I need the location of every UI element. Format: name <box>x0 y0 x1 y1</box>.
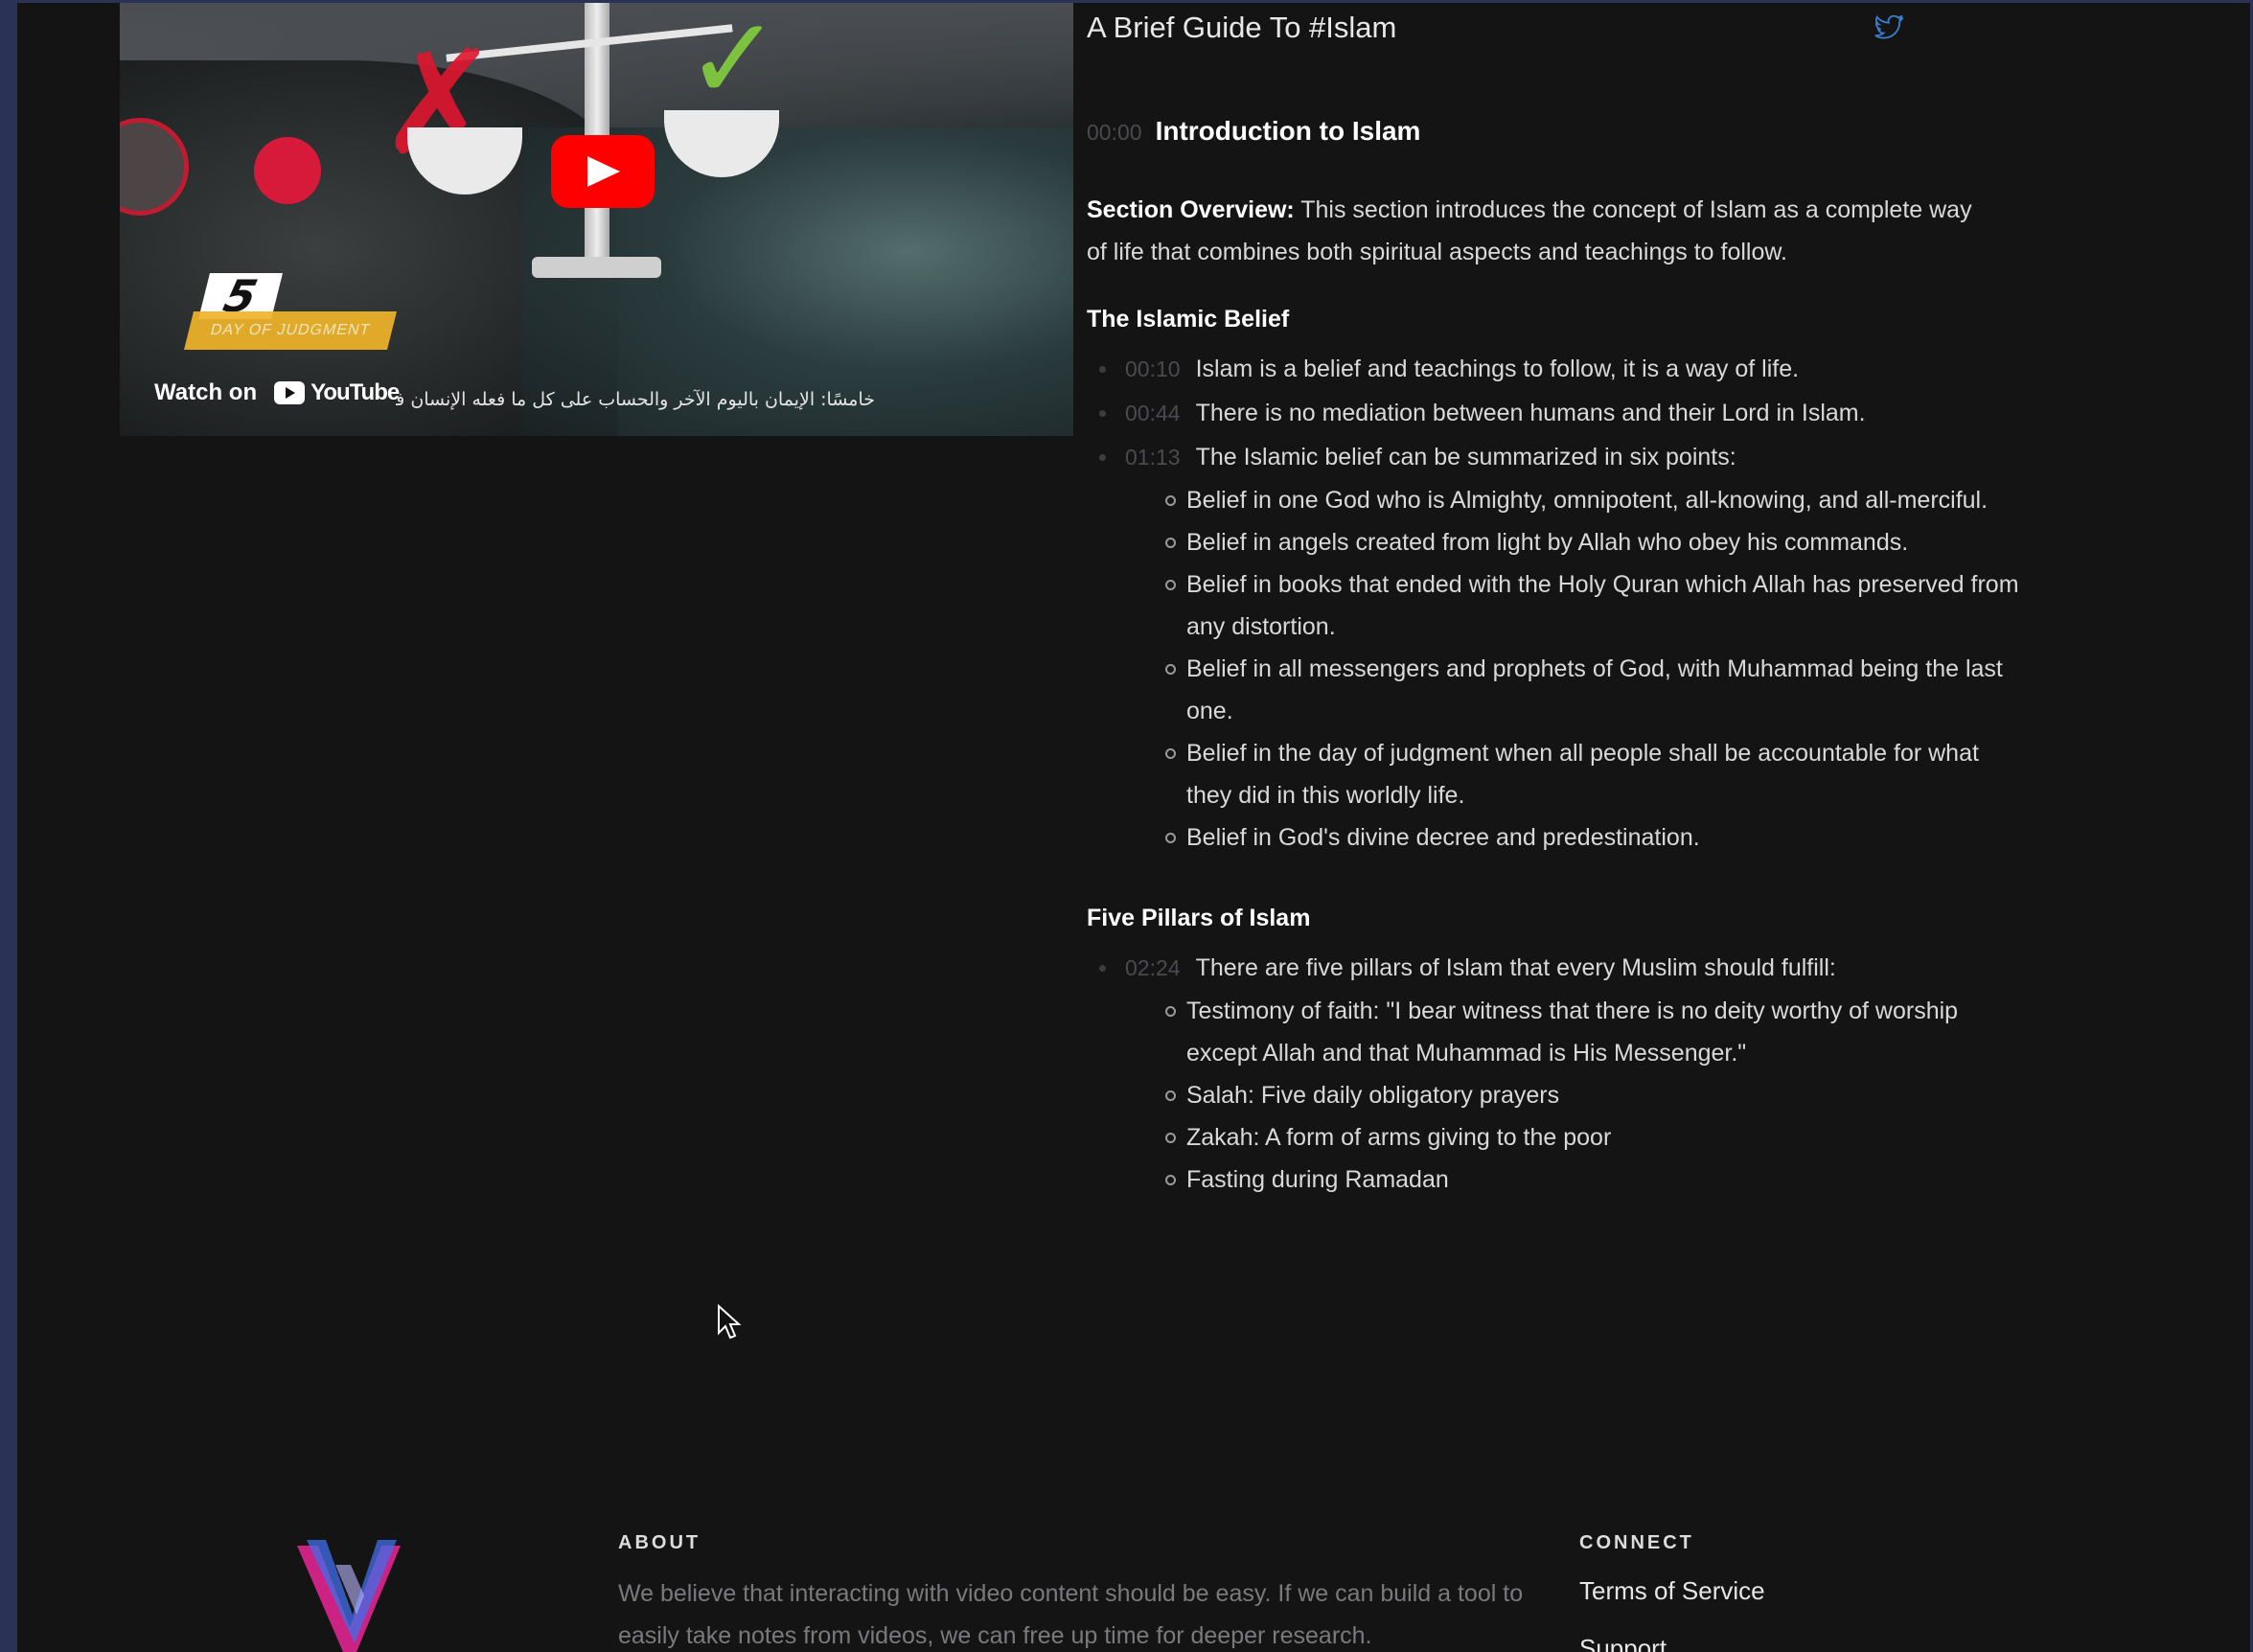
watch-on-label: Watch on <box>154 379 258 405</box>
watch-on-youtube-link[interactable]: Watch on YouTube <box>154 379 400 406</box>
sub-list-item: Belief in the day of judgment when all p… <box>1163 732 2026 816</box>
episode-label: DAY OF JUDGMENT <box>184 311 397 350</box>
timestamp-link[interactable]: 00:44 <box>1125 401 1181 425</box>
v-logo-icon[interactable] <box>297 1536 402 1652</box>
connect-heading: CONNECT <box>1579 1532 1694 1553</box>
list-item-text: The Islamic belief can be summarized in … <box>1195 444 1736 470</box>
list-item: 00:10 Islam is a belief and teachings to … <box>1096 347 2026 391</box>
timestamp-link[interactable]: 02:24 <box>1125 955 1181 980</box>
page-title: A Brief Guide To #Islam <box>1087 11 1397 44</box>
list-item: 01:13 The Islamic belief can be summarize… <box>1096 435 2026 859</box>
timestamp-link[interactable]: 00:00 <box>1087 120 1142 146</box>
record-dot-icon <box>254 137 321 204</box>
belief-points: Belief in one God who is Almighty, omnip… <box>1125 479 2026 859</box>
list-item-text: There is no mediation between humans and… <box>1195 400 1866 426</box>
sub-list-item: Belief in all messengers and prophets of… <box>1163 648 2026 732</box>
support-link[interactable]: Support <box>1579 1634 1667 1652</box>
sub-list-item: Belief in one God who is Almighty, omnip… <box>1163 479 2026 521</box>
play-icon <box>587 156 620 187</box>
list-item-text: There are five pillars of Islam that eve… <box>1195 954 1836 981</box>
sub-list-item: Belief in God's divine decree and predes… <box>1163 816 2026 859</box>
youtube-icon <box>274 381 306 404</box>
timestamp-link[interactable]: 01:13 <box>1125 445 1181 470</box>
terms-of-service-link[interactable]: Terms of Service <box>1579 1576 1765 1606</box>
section-title: Introduction to Islam <box>1155 116 1421 146</box>
sub-list-item: Salah: Five daily obligatory prayers <box>1163 1074 2026 1116</box>
intro-row: 00:00 Introduction to Islam <box>1087 116 2026 147</box>
page-frame: ✗ ✓ 5 DAY OF JUDGMENT Watch on YouTube خ… <box>17 3 2250 1652</box>
about-text: We believe that interacting with video c… <box>618 1580 1524 1649</box>
sub-list-item: Fasting during Ramadan <box>1163 1159 2026 1201</box>
about-heading: ABOUT <box>618 1532 701 1553</box>
belief-list: 00:10 Islam is a belief and teachings to … <box>1087 347 2026 859</box>
list-item-text: Islam is a belief and teachings to follo… <box>1195 356 1800 382</box>
play-button[interactable] <box>551 135 655 208</box>
list-item: 00:44 There is no mediation between human… <box>1096 391 2026 435</box>
sub-list-item: Belief in books that ended with the Holy… <box>1163 563 2026 648</box>
check-mark-icon: ✓ <box>685 3 782 126</box>
list-item: 02:24 There are five pillars of Islam tha… <box>1096 946 2026 1201</box>
youtube-logo: YouTube <box>274 379 400 406</box>
sub-list-item: Testimony of faith: "I bear witness that… <box>1163 990 2026 1074</box>
timestamp-link[interactable]: 00:10 <box>1125 356 1181 381</box>
pillars-points: Testimony of faith: "I bear witness that… <box>1125 990 2026 1201</box>
twitter-icon[interactable] <box>1874 15 1903 40</box>
scale-base <box>532 257 661 278</box>
belief-heading: The Islamic Belief <box>1087 306 1290 333</box>
mouse-cursor-icon <box>718 1304 742 1340</box>
video-player[interactable]: ✗ ✓ 5 DAY OF JUDGMENT Watch on YouTube خ… <box>120 3 1073 436</box>
sub-list-item: Belief in angels created from light by A… <box>1163 521 2026 563</box>
video-subtitle: خامسًا: الإيمان باليوم الآخر والحساب على… <box>396 389 875 410</box>
notes-content: 00:00 Introduction to Islam Section Over… <box>1087 116 2026 1201</box>
youtube-label: YouTube <box>310 379 400 405</box>
sub-list-item: Zakah: A form of arms giving to the poor <box>1163 1116 2026 1159</box>
pillars-list: 02:24 There are five pillars of Islam tha… <box>1087 946 2026 1201</box>
overview-label: Section Overview: <box>1087 196 1295 223</box>
section-overview: Section Overview: This section introduce… <box>1087 189 1988 273</box>
pillars-heading: Five Pillars of Islam <box>1087 905 1311 931</box>
